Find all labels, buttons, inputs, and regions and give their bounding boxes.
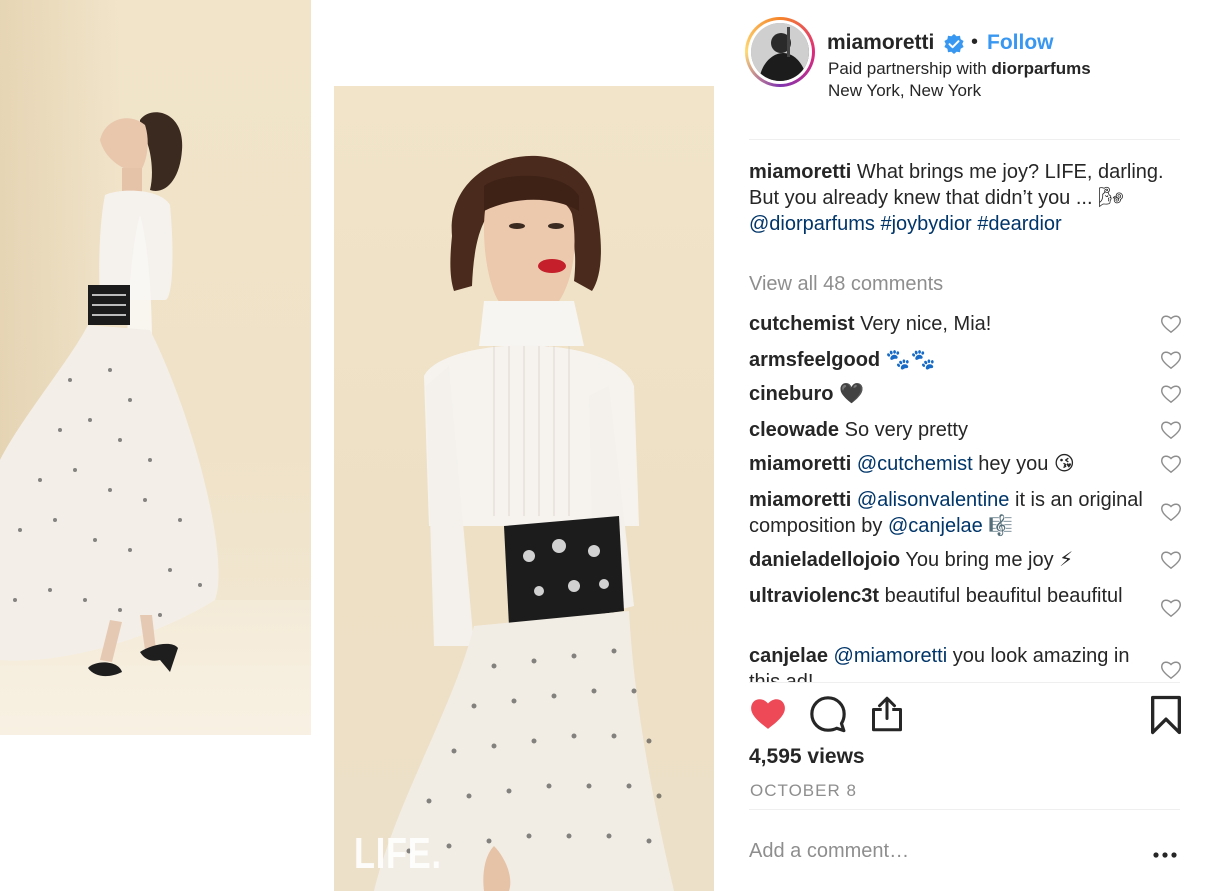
comment-text: 🖤 xyxy=(839,383,864,405)
comment-text: So very pretty xyxy=(844,419,968,441)
comment-username[interactable]: danieladellojoio xyxy=(749,549,900,571)
comment-item: danieladellojoio You bring me joy ⚡ xyxy=(749,547,1144,573)
caption-hashtag-1[interactable]: #joybydior xyxy=(880,213,971,235)
post-side-panel: miamoretti • Follow Paid partnership wit… xyxy=(745,0,1211,891)
comment-mention[interactable]: @miamoretti xyxy=(834,645,948,667)
save-bookmark-icon[interactable] xyxy=(1149,695,1183,735)
twirling-woman-figure xyxy=(0,112,219,677)
video-frame-left xyxy=(0,0,311,735)
comment-input-divider xyxy=(749,809,1180,810)
post-caption: miamoretti What brings me joy? LIFE, dar… xyxy=(749,159,1174,237)
comment-like-heart-icon[interactable] xyxy=(1160,502,1182,522)
comment-item: miamoretti @alisonvalentine it is an ori… xyxy=(749,487,1144,539)
liked-heart-icon[interactable] xyxy=(749,695,787,731)
comment-mention[interactable]: @cutchemist xyxy=(857,453,973,475)
comment-item: cineburo 🖤 xyxy=(749,381,1144,407)
comment-username[interactable]: miamoretti xyxy=(749,453,851,475)
comment-bubble-icon[interactable] xyxy=(809,695,847,733)
comment-username[interactable]: cleowade xyxy=(749,419,839,441)
comment-like-heart-icon[interactable] xyxy=(1160,350,1182,370)
comment-like-heart-icon[interactable] xyxy=(1160,420,1182,440)
comment-like-heart-icon[interactable] xyxy=(1160,314,1182,334)
post-date[interactable]: OCTOBER 8 xyxy=(750,781,857,801)
comment-item: miamoretti @cutchemist hey you 😘 xyxy=(749,451,1144,477)
comment-username[interactable]: armsfeelgood xyxy=(749,349,880,371)
comment-username[interactable]: cineburo xyxy=(749,383,833,405)
add-comment-input[interactable] xyxy=(749,840,1109,863)
comment-username[interactable]: canjelae xyxy=(749,645,828,667)
comment-text-2: 🎼 xyxy=(988,515,1014,537)
comment-like-heart-icon[interactable] xyxy=(1160,384,1182,404)
caption-hashtag-2[interactable]: #deardior xyxy=(977,213,1062,235)
standing-woman-figure xyxy=(374,155,674,891)
comment-username[interactable]: cutchemist xyxy=(749,313,855,335)
comment-like-heart-icon[interactable] xyxy=(1160,454,1182,474)
comment-item: armsfeelgood 🐾🐾 xyxy=(749,347,1144,373)
comment-username[interactable]: miamoretti xyxy=(749,489,851,511)
comment-text: hey you 😘 xyxy=(978,453,1075,475)
comment-text: 🐾🐾 xyxy=(885,349,936,371)
action-bar xyxy=(749,695,1189,735)
comment-item: cleowade So very pretty xyxy=(749,417,1144,443)
view-all-comments-link[interactable]: View all 48 comments xyxy=(749,273,943,296)
video-frame-right: LIFE. xyxy=(334,86,714,891)
caption-mention[interactable]: @diorparfums xyxy=(749,213,875,235)
comment-item: ultraviolenc3t beautiful beaufitul beauf… xyxy=(749,583,1144,609)
comment-mention-2[interactable]: @canjelae xyxy=(888,515,983,537)
comment-like-heart-icon[interactable] xyxy=(1160,598,1182,618)
comment-mention[interactable]: @alisonvalentine xyxy=(857,489,1010,511)
comment-text: beautiful beaufitul beaufitul xyxy=(884,585,1123,607)
comments-scroll-area[interactable]: miamoretti What brings me joy? LIFE, dar… xyxy=(745,0,1211,682)
video-overlay-text: LIFE. xyxy=(354,829,442,878)
comment-like-heart-icon[interactable] xyxy=(1160,660,1182,680)
comment-item: cutchemist Very nice, Mia! xyxy=(749,311,1144,337)
comment-item: canjelae @miamoretti you look amazing in… xyxy=(749,643,1144,682)
caption-emoji: 🌬 xyxy=(1098,187,1124,209)
comment-like-heart-icon[interactable] xyxy=(1160,550,1182,570)
comment-username[interactable]: ultraviolenc3t xyxy=(749,585,879,607)
comment-text: Very nice, Mia! xyxy=(860,313,992,335)
more-options-icon[interactable] xyxy=(1153,852,1177,858)
share-icon[interactable] xyxy=(869,695,905,733)
actions-divider xyxy=(749,682,1180,683)
post-media[interactable]: LIFE. xyxy=(0,0,745,891)
caption-username[interactable]: miamoretti xyxy=(749,161,851,183)
comment-text: You bring me joy ⚡ xyxy=(905,549,1074,571)
view-count[interactable]: 4,595 views xyxy=(749,745,865,769)
